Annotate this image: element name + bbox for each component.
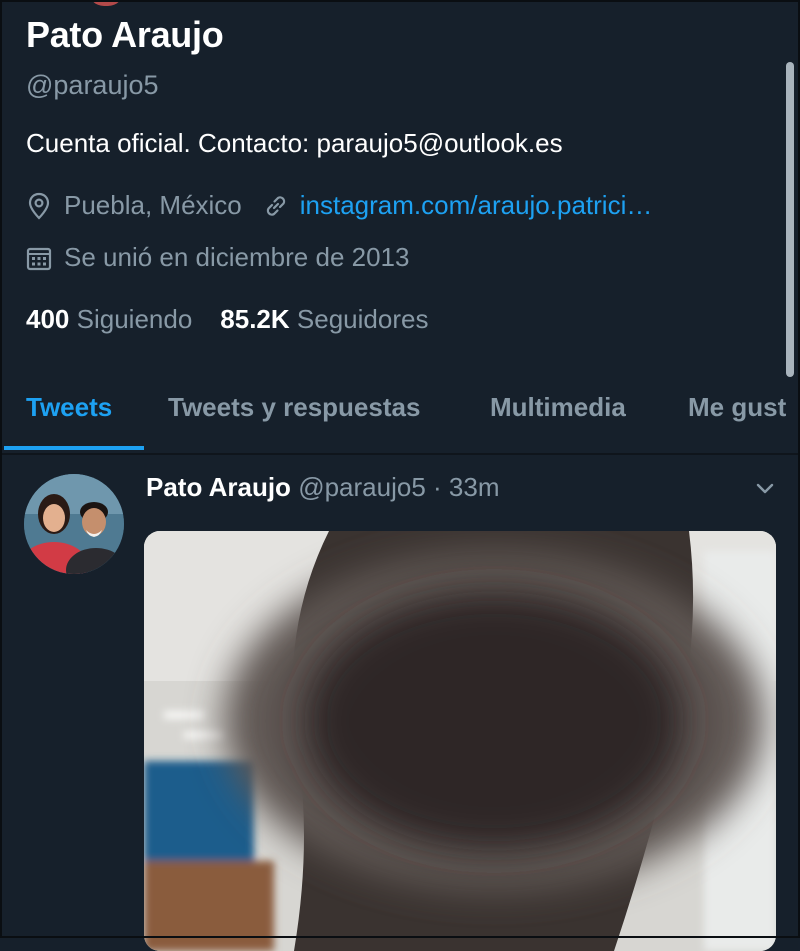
tweet-author-avatar[interactable] [24,474,124,574]
profile-website-link[interactable]: instagram.com/araujo.patrici… [300,190,653,221]
following-link[interactable]: 400 Siguiendo [26,304,192,335]
scrollbar[interactable] [786,62,794,377]
tweet-header: Pato Araujo @paraujo5 · 33m [146,472,500,503]
profile-name: Pato Araujo [26,14,224,55]
tab-media[interactable]: Multimedia [490,392,626,423]
tweet-author-name[interactable]: Pato Araujo [146,472,291,502]
profile-location-website-row: Puebla, México instagram.com/araujo.patr… [26,190,652,221]
tweet-media-image[interactable] [144,531,776,951]
following-count: 400 [26,304,70,334]
followers-count: 85.2K [220,304,290,334]
blurred-photo [144,531,776,951]
profile-stats: 400 Siguiendo 85.2K Seguidores [26,304,428,335]
avatar-photo [24,474,124,574]
tweet-time[interactable]: 33m [449,472,500,502]
profile-bio: Cuenta oficial. Contacto: paraujo5@outlo… [26,128,563,158]
profile-location: Puebla, México [64,190,242,220]
tweet-author-handle[interactable]: @paraujo5 [298,472,426,502]
link-icon [266,195,285,216]
profile-joined-date: Se unió en diciembre de 2013 [64,242,410,272]
tabs-divider [0,453,800,455]
followers-label: Seguidores [296,304,429,334]
tab-tweets[interactable]: Tweets [26,392,112,423]
tab-likes[interactable]: Me gust [688,392,786,423]
tab-tweets-replies[interactable]: Tweets y respuestas [168,392,420,423]
calendar-icon [26,247,52,270]
chevron-down-icon[interactable] [754,480,776,498]
tweet-separator: · [433,472,442,502]
profile-tabs: Tweets Tweets y respuestas Multimedia Me… [0,378,800,450]
active-tab-indicator [4,446,144,450]
following-label: Siguiendo [76,304,193,334]
profile-handle: @paraujo5 [26,70,159,100]
followers-link[interactable]: 85.2K Seguidores [220,304,428,335]
profile-joined-row: Se unió en diciembre de 2013 [26,242,409,273]
profile-avatar-edge [88,0,124,6]
location-pin-icon [28,192,50,220]
